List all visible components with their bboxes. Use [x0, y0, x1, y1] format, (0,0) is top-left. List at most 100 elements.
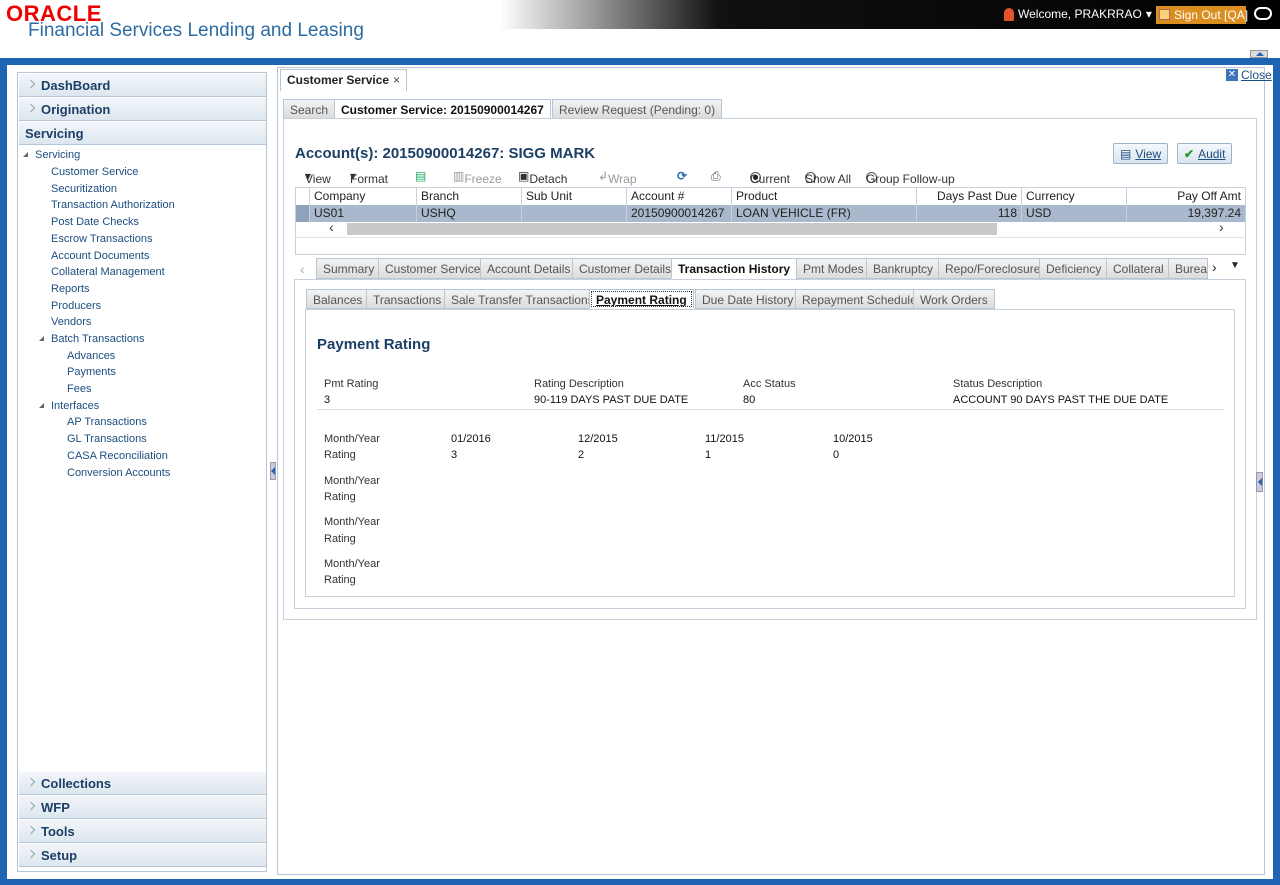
sign-out-button[interactable]: Sign Out [QA] [1156, 6, 1249, 24]
tree-item-conversion-accounts[interactable]: Conversion Accounts [67, 466, 170, 480]
expanded-triangle-icon[interactable] [36, 336, 44, 341]
tab-search[interactable]: Search [283, 99, 336, 119]
tree-item-reports[interactable]: Reports [51, 282, 90, 296]
close-link[interactable]: ✕ Close [1226, 68, 1272, 82]
close-tab-icon[interactable]: × [393, 73, 400, 87]
tree-item-escrow-transactions[interactable]: Escrow Transactions [51, 232, 152, 246]
scroll-thumb[interactable] [347, 223, 997, 235]
scroll-left-icon[interactable]: ‹ [329, 219, 334, 235]
grid-header-pay-off-amt[interactable]: Pay Off Amt [1127, 188, 1246, 205]
tab-repo-foreclosure[interactable]: Repo/Foreclosure [938, 258, 1048, 279]
tab-payment-rating[interactable]: Payment Rating [589, 289, 694, 309]
tree-item-servicing[interactable]: Servicing [35, 148, 80, 162]
tab-deficiency[interactable]: Deficiency [1039, 258, 1109, 279]
tree-item-transaction-authorization[interactable]: Transaction Authorization [51, 198, 175, 212]
tree-item-account-documents[interactable]: Account Documents [51, 249, 149, 263]
tree-item-advances[interactable]: Advances [67, 349, 115, 363]
scroll-right-icon[interactable]: › [1219, 219, 1224, 235]
right-panel-splitter[interactable] [1256, 472, 1263, 492]
tree-item-casa-reconciliation[interactable]: CASA Reconciliation [67, 449, 168, 463]
tree-item-fees[interactable]: Fees [67, 382, 91, 396]
tab-transactions[interactable]: Transactions [366, 289, 449, 309]
grid-header-currency[interactable]: Currency [1022, 188, 1127, 205]
tabs-scroll-left-icon[interactable]: ‹ [300, 261, 305, 277]
tree-item-post-date-checks[interactable]: Post Date Checks [51, 215, 139, 229]
tab-sale-transfer-transactions[interactable]: Sale Transfer Transactions [444, 289, 601, 309]
grid-header-select [296, 188, 310, 205]
collapse-header-icon[interactable] [1250, 50, 1268, 58]
tab-balances[interactable]: Balances [306, 289, 370, 309]
tab-customer-details[interactable]: Customer Details [572, 258, 679, 279]
view-menu[interactable]: View ▾ [305, 169, 331, 186]
tree-item-producers[interactable]: Producers [51, 299, 101, 313]
tab-account-details[interactable]: Account Details [480, 258, 578, 279]
expanded-triangle-icon[interactable] [36, 403, 44, 408]
tabs-scroll-right-icon[interactable]: › [1212, 259, 1217, 275]
detach-button[interactable]: ▣ Detach [518, 169, 567, 186]
month-value: 01/2016 [451, 433, 491, 445]
expanded-triangle-icon[interactable] [20, 152, 28, 157]
tab-due-date-history[interactable]: Due Date History [695, 289, 801, 309]
grid-horizontal-scrollbar[interactable]: ‹ › [327, 219, 1235, 235]
tab-collateral[interactable]: Collateral [1106, 258, 1171, 279]
grid-cell-days-past-due[interactable]: 118 [917, 205, 1022, 222]
tab-customer-service-account[interactable]: Customer Service: 20150900014267 [334, 99, 551, 119]
tab-customer-service[interactable]: Customer Service [378, 258, 488, 279]
tab-work-orders[interactable]: Work Orders [913, 289, 995, 309]
grid-header-product[interactable]: Product [732, 188, 917, 205]
grid-cell-company[interactable]: US01 [310, 205, 417, 222]
tabs-overflow-icon[interactable]: ▼ [1230, 260, 1240, 271]
grid-cell-sub-unit[interactable] [522, 205, 627, 222]
tree-item-vendors[interactable]: Vendors [51, 315, 91, 329]
tree-item-batch-transactions[interactable]: Batch Transactions [51, 332, 145, 346]
account-title: Account(s): 20150900014267: SIGG MARK [295, 145, 596, 162]
grid-row-selector[interactable] [296, 205, 310, 222]
tab-summary[interactable]: Summary [316, 258, 382, 279]
left-panel-splitter[interactable] [270, 462, 276, 480]
doc-tab-customer-service[interactable]: Customer Service × [280, 69, 408, 91]
tab-transaction-history[interactable]: Transaction History [671, 258, 798, 279]
format-menu[interactable]: Format ▾ [350, 169, 388, 186]
grid-cell-pay-off-amt[interactable]: 19,397.24 [1127, 205, 1246, 222]
grid-cell-account[interactable]: 20150900014267 [627, 205, 732, 222]
tab-pmt-modes[interactable]: Pmt Modes [796, 258, 871, 279]
print-icon[interactable]: ⎙ [711, 169, 721, 184]
nav-section-origination[interactable]: Origination [19, 98, 266, 121]
tree-item-customer-service[interactable]: Customer Service [51, 165, 138, 179]
grid-header-company[interactable]: Company [310, 188, 417, 205]
tree-item-ap-transactions[interactable]: AP Transactions [67, 415, 147, 429]
tree-item-gl-transactions[interactable]: GL Transactions [67, 432, 147, 446]
tree-item-collateral-management[interactable]: Collateral Management [51, 265, 165, 279]
nav-section-dashboard[interactable]: DashBoard [19, 74, 266, 97]
freeze-label: Freeze [464, 172, 502, 186]
grid-cell-product[interactable]: LOAN VEHICLE (FR) [732, 205, 917, 222]
wrap-button[interactable]: ↲ Wrap [598, 169, 637, 186]
grid-cell-branch[interactable]: USHQ [417, 205, 522, 222]
sign-out-label: Sign Out [QA] [1174, 8, 1249, 22]
tree-item-interfaces[interactable]: Interfaces [51, 399, 99, 413]
tab-bureau[interactable]: Burea [1168, 258, 1208, 279]
nav-section-servicing[interactable]: Servicing [19, 122, 266, 145]
nav-section-label: Tools [41, 824, 75, 839]
grid-header-days-past-due[interactable]: Days Past Due [917, 188, 1022, 205]
audit-button[interactable]: ✔ Audit [1177, 143, 1233, 164]
tree-item-payments[interactable]: Payments [67, 365, 116, 379]
tab-bankruptcy[interactable]: Bankruptcy [866, 258, 941, 279]
grid-header-account[interactable]: Account # [627, 188, 732, 205]
power-icon[interactable] [1254, 7, 1272, 20]
nav-section-collections[interactable]: Collections [19, 772, 266, 795]
nav-section-tools[interactable]: Tools [19, 820, 266, 843]
user-menu[interactable]: Welcome, PRAKRRAO ▾ [1004, 7, 1152, 21]
nav-section-setup[interactable]: Setup [19, 844, 266, 867]
grid-cell-currency[interactable]: USD [1022, 205, 1127, 222]
grid-header-branch[interactable]: Branch [417, 188, 522, 205]
nav-section-wfp[interactable]: WFP [19, 796, 266, 819]
view-button[interactable]: ▤ View [1113, 143, 1169, 164]
export-icon[interactable]: ▤ [415, 169, 426, 183]
tab-repayment-schedule[interactable]: Repayment Schedule [795, 289, 924, 309]
grid-header-sub-unit[interactable]: Sub Unit [522, 188, 627, 205]
tab-review-request[interactable]: Review Request (Pending: 0) [552, 99, 723, 119]
tree-item-securitization[interactable]: Securitization [51, 182, 117, 196]
refresh-icon[interactable]: ⟳ [677, 169, 687, 183]
freeze-button[interactable]: ▥ Freeze [453, 169, 502, 186]
